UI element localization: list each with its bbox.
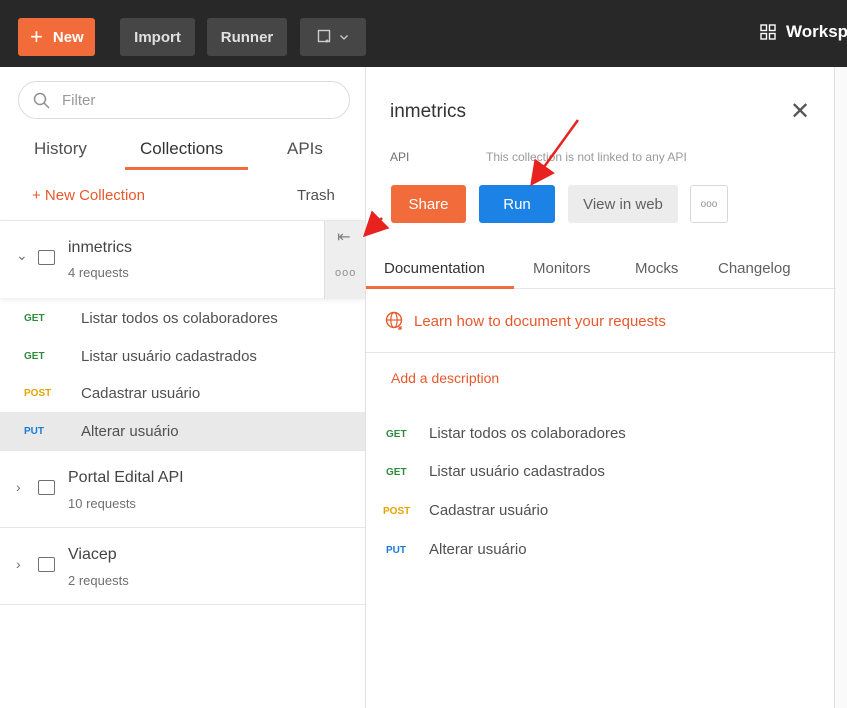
active-tab-indicator [125,167,248,170]
tab-changelog[interactable]: Changelog [718,260,791,277]
run-button-label: Run [503,195,531,213]
request-name: Alterar usuário [429,541,527,558]
chevron-right-icon[interactable]: › [16,556,21,572]
request-name: Alterar usuário [81,422,179,440]
request-method: GET [386,467,407,478]
filter-input[interactable]: Filter [18,81,350,119]
tab-mocks[interactable]: Mocks [635,260,678,277]
new-collection-button[interactable]: + New Collection [32,187,145,204]
main-editor-edge [834,67,847,708]
more-options-icon: ooo [700,198,718,210]
share-button[interactable]: Share [391,185,466,223]
doc-request-item[interactable]: POST Cadastrar usuário [366,498,836,528]
request-item[interactable]: GET Listar usuário cadastrados [0,337,365,375]
active-tab-indicator [366,286,514,289]
runner-button-label: Runner [220,28,274,46]
request-method: GET [24,312,45,324]
request-name: Listar todos os colaboradores [429,425,626,442]
api-label: API [390,150,410,164]
api-link-status: This collection is not linked to any API [486,150,687,164]
request-name: Cadastrar usuário [81,384,201,402]
request-method: PUT [24,425,44,437]
filter-placeholder: Filter [62,91,96,109]
folder-icon [38,250,55,265]
tab-monitors[interactable]: Monitors [533,260,591,277]
new-button[interactable]: + New [18,18,95,56]
view-in-web-button[interactable]: View in web [568,185,678,223]
request-method: GET [386,429,407,440]
view-in-web-label: View in web [583,195,663,213]
chevron-right-icon[interactable]: › [16,479,21,495]
folder-icon [38,480,55,495]
collection-inmetrics[interactable]: ⌄ inmetrics 4 requests ⇤ ooo [0,220,365,299]
request-item[interactable]: POST Cadastrar usuário [0,374,365,412]
more-options-icon[interactable]: ooo [335,267,356,279]
import-button-label: Import [134,28,181,46]
run-button[interactable]: Run [479,185,555,223]
collection-actions: ⇤ ooo [324,221,365,299]
plus-icon: + [30,24,43,49]
add-description-link[interactable]: Add a description [391,370,499,386]
grid-icon [760,24,776,40]
request-item-selected[interactable]: PUT Alterar usuário [0,412,365,450]
request-method: POST [383,506,411,517]
request-method: POST [24,387,52,399]
top-toolbar: + New Import Runner Worksp [0,0,847,67]
request-name: Listar usuário cadastrados [81,347,257,365]
new-window-icon [317,29,331,43]
chevron-down-icon [340,35,348,40]
request-name: Listar todos os colaboradores [81,309,278,327]
doc-request-item[interactable]: PUT Alterar usuário [366,537,836,567]
new-window-button[interactable] [300,18,366,56]
new-button-label: New [52,28,84,46]
doc-request-item[interactable]: GET Listar usuário cadastrados [366,459,836,489]
collection-portal-edital-api[interactable]: › Portal Edital API 10 requests [0,450,365,528]
sidebar: Filter History Collections APIs + New Co… [0,67,365,708]
collection-name: Viacep [68,546,117,563]
trash-button[interactable]: Trash [297,187,335,204]
collection-details-panel: inmetrics ✕ API This collection is not l… [365,67,836,708]
tab-history[interactable]: History [34,139,87,159]
doc-request-item[interactable]: GET Listar todos os colaboradores [366,421,836,451]
request-name: Cadastrar usuário [429,502,549,519]
collection-request-count: 4 requests [68,265,129,280]
folder-icon [38,557,55,572]
collection-name: inmetrics [68,239,133,256]
request-method: GET [24,350,45,362]
request-method: PUT [386,545,406,556]
request-name: Listar usuário cadastrados [429,463,605,480]
collection-name: Portal Edital API [68,469,184,486]
search-icon [33,92,50,109]
tab-documentation[interactable]: Documentation [384,260,485,277]
panel-tabs: Documentation Monitors Mocks Changelog [366,257,836,289]
close-icon[interactable]: ✕ [790,97,810,126]
collection-request-count: 2 requests [68,573,129,588]
learn-documentation-link[interactable]: Learn how to document your requests [384,311,666,331]
tab-collections[interactable]: Collections [140,139,223,159]
collection-viacep[interactable]: › Viacep 2 requests [0,527,365,605]
tab-apis[interactable]: APIs [287,139,323,159]
workspace-switcher[interactable]: Worksp [760,22,847,42]
panel-title: inmetrics [390,101,467,122]
share-button-label: Share [408,195,449,213]
chevron-down-icon[interactable]: ⌄ [16,247,28,264]
workspace-label: Worksp [786,22,847,41]
more-actions-button[interactable]: ooo [690,185,728,223]
section-divider [366,352,836,353]
globe-icon [385,311,403,330]
import-button[interactable]: Import [120,18,195,56]
request-item[interactable]: GET Listar todos os colaboradores [0,299,365,337]
collection-request-count: 10 requests [68,496,136,511]
runner-button[interactable]: Runner [207,18,287,56]
learn-link-text: Learn how to document your requests [414,312,666,330]
collapse-left-icon[interactable]: ⇤ [337,227,350,247]
